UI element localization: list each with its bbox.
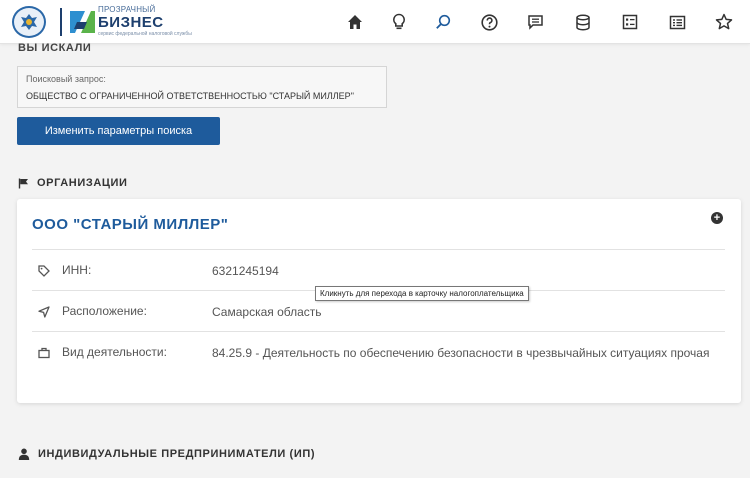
location-arrow-icon — [38, 305, 50, 323]
entrepreneurs-heading: ИНДИВИДУАЛЬНЫЕ ПРЕДПРИНИМАТЕЛИ (ИП) — [18, 448, 315, 460]
search-query-box: Поисковый запрос: ОБЩЕСТВО С ОГРАНИЧЕННО… — [17, 66, 387, 108]
form-icon[interactable] — [619, 11, 641, 33]
location-value: Самарская область — [212, 305, 322, 319]
entrepreneurs-heading-text: ИНДИВИДУАЛЬНЫЕ ПРЕДПРИНИМАТЕЛИ (ИП) — [38, 448, 316, 460]
organizations-heading: ОРГАНИЗАЦИИ — [18, 177, 128, 189]
tag-icon — [38, 264, 50, 282]
activity-label: Вид деятельности: — [62, 345, 167, 359]
you-searched-heading: ВЫ ИСКАЛИ — [18, 42, 92, 54]
search-query-label: Поисковый запрос: — [26, 74, 106, 84]
search-query-value: ОБЩЕСТВО С ОГРАНИЧЕННОЙ ОТВЕТСТВЕННОСТЬЮ… — [26, 91, 354, 101]
logo-text[interactable]: ПРОЗРАЧНЫЙ БИЗНЕС сервис федеральной нал… — [98, 6, 192, 37]
activity-row: Вид деятельности: 84.25.9 - Деятельность… — [32, 331, 725, 387]
search-icon[interactable] — [432, 11, 454, 33]
taxpayer-card-tooltip: Кликнуть для перехода в карточку налогоп… — [315, 286, 529, 301]
inn-row: ИНН: 6321245194 — [32, 249, 725, 290]
inn-value[interactable]: 6321245194 — [212, 263, 722, 279]
database-icon[interactable] — [572, 11, 594, 33]
change-search-params-button[interactable]: Изменить параметры поиска — [17, 117, 220, 145]
fns-emblem-icon[interactable] — [12, 6, 46, 38]
message-icon[interactable] — [524, 11, 546, 33]
logo-separator — [60, 8, 62, 36]
organizations-heading-text: ОРГАНИЗАЦИИ — [37, 177, 128, 189]
organization-name[interactable]: ООО "СТАРЫЙ МИЛЛЕР" — [32, 216, 228, 233]
cut-off-content — [18, 472, 298, 478]
home-icon[interactable] — [344, 11, 366, 33]
add-icon[interactable]: + — [711, 212, 723, 224]
activity-value: 84.25.9 - Деятельность по обеспечению бе… — [212, 346, 710, 360]
logo-top-text: ПРОЗРАЧНЫЙ — [98, 5, 156, 14]
lightbulb-icon[interactable] — [388, 11, 410, 33]
briefcase-icon — [38, 346, 50, 364]
list-icon[interactable] — [666, 11, 688, 33]
transparent-business-logo-icon[interactable] — [67, 7, 97, 37]
star-icon[interactable] — [713, 11, 735, 33]
organization-card[interactable]: ООО "СТАРЫЙ МИЛЛЕР" + ИНН: 6321245194 Ра… — [17, 199, 741, 403]
user-icon — [18, 448, 30, 460]
help-icon[interactable] — [478, 11, 500, 33]
flag-icon — [18, 178, 29, 189]
logo-main-text: БИЗНЕС — [98, 14, 164, 31]
logo-sub-text: сервис федеральной налоговой службы — [98, 31, 192, 37]
inn-label: ИНН: — [62, 263, 92, 277]
top-navigation-bar: ПРОЗРАЧНЫЙ БИЗНЕС сервис федеральной нал… — [0, 0, 750, 44]
location-label: Расположение: — [62, 304, 147, 318]
